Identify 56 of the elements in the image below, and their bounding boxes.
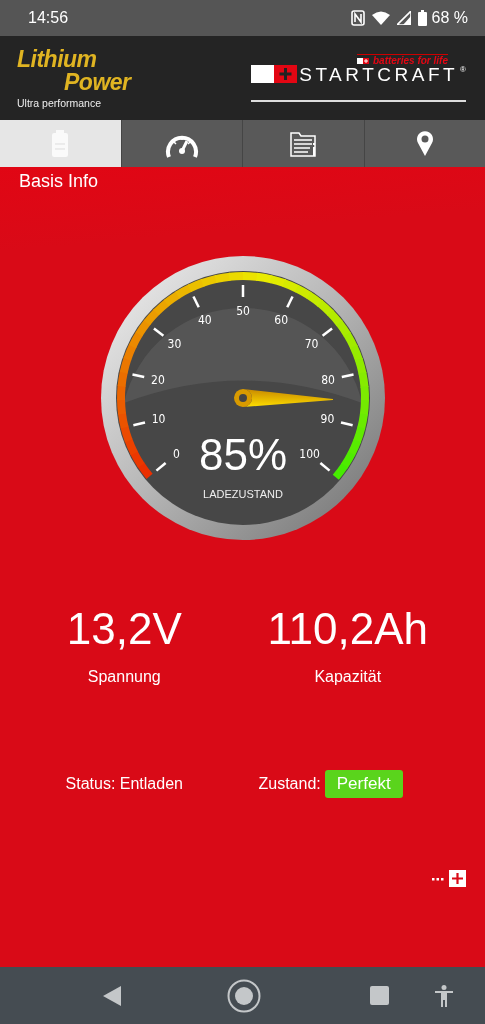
tab[interactable] bbox=[364, 120, 485, 167]
tick-mark bbox=[191, 295, 200, 308]
tick-mark bbox=[152, 327, 164, 337]
stat-value: 13,2V bbox=[66, 604, 182, 654]
nfc-icon bbox=[350, 10, 365, 26]
squares-cross-icon bbox=[356, 56, 369, 65]
tick-label: 40 bbox=[197, 312, 212, 327]
back-icon[interactable] bbox=[103, 985, 121, 1006]
documents-icon bbox=[289, 129, 317, 158]
tick-mark bbox=[132, 421, 145, 427]
wifi-icon bbox=[371, 11, 390, 25]
tick-mark bbox=[321, 327, 333, 337]
tick-mark bbox=[131, 373, 144, 379]
condition-badge: Perfekt bbox=[324, 770, 403, 798]
tick-label: 90 bbox=[320, 412, 334, 427]
registered-mark: ® bbox=[460, 65, 466, 74]
tick-label: 10 bbox=[151, 412, 165, 427]
brand-text: Power bbox=[64, 71, 131, 94]
condition-label: Zustand: bbox=[258, 775, 321, 793]
tab[interactable] bbox=[243, 120, 364, 167]
tick-label: 80 bbox=[320, 372, 335, 387]
tick-mark bbox=[319, 461, 330, 472]
tick-label: 0 bbox=[172, 446, 180, 461]
tick-mark bbox=[341, 373, 354, 379]
tick-mark bbox=[340, 421, 353, 427]
accessibility-icon[interactable] bbox=[435, 984, 453, 1007]
plus-icon[interactable] bbox=[449, 870, 466, 887]
logo-text: STARTCRAFT bbox=[299, 65, 459, 85]
stat-label: Spannung bbox=[87, 668, 161, 686]
stat-label: Kapazität bbox=[314, 668, 382, 686]
tick-label: 60 bbox=[273, 312, 288, 327]
stat-value: 110,2Ah bbox=[267, 604, 429, 654]
tick-label: 50 bbox=[235, 304, 250, 318]
location-pin-icon bbox=[415, 130, 434, 157]
brand-text: Lithium bbox=[17, 48, 98, 71]
tick-mark bbox=[241, 285, 244, 297]
battery-percent: 68 % bbox=[431, 9, 468, 27]
tagline: Ultra performance bbox=[17, 97, 103, 109]
tick-label: 20 bbox=[150, 372, 165, 387]
tick-mark bbox=[285, 295, 294, 308]
tick-label: 30 bbox=[167, 337, 181, 352]
home-icon[interactable] bbox=[227, 978, 261, 1013]
tick-label: 100 bbox=[298, 446, 320, 461]
slogan-text: batteries for life bbox=[372, 55, 448, 66]
more-icon[interactable] bbox=[432, 876, 444, 881]
tick-mark bbox=[155, 461, 166, 472]
signal-icon bbox=[396, 11, 411, 25]
charge-percent: 85% bbox=[198, 430, 287, 479]
squares-cross-icon bbox=[251, 65, 298, 83]
clock-time: 14:56 bbox=[28, 9, 69, 27]
status-text: Status: Entladen bbox=[64, 775, 183, 793]
section-title: Basis Info bbox=[18, 170, 100, 193]
battery-icon bbox=[417, 10, 427, 26]
tab[interactable] bbox=[121, 120, 242, 167]
gauge-caption: LADEZUSTAND bbox=[202, 488, 283, 500]
tick-label: 70 bbox=[304, 337, 318, 352]
